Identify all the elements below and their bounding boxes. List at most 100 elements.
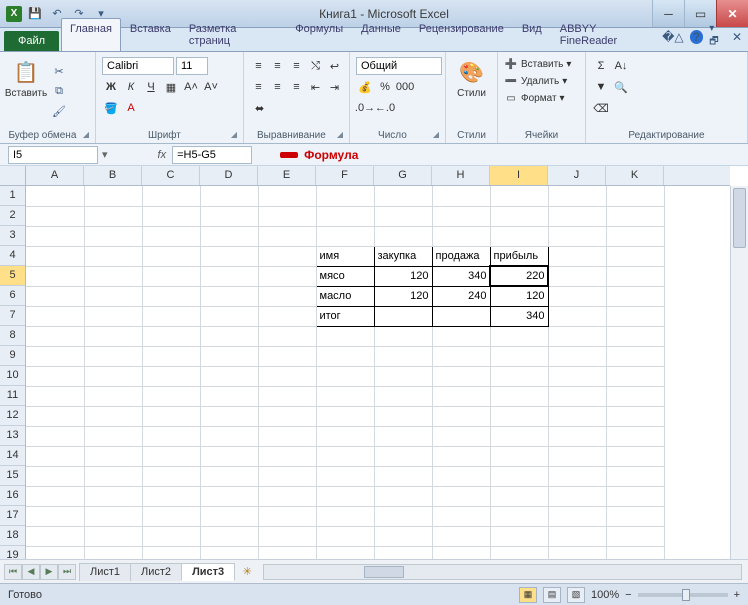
ribbon-tab-4[interactable]: Данные bbox=[352, 18, 410, 51]
cell[interactable] bbox=[606, 406, 664, 426]
cell[interactable] bbox=[84, 446, 142, 466]
zoom-level[interactable]: 100% bbox=[591, 589, 619, 601]
column-header[interactable]: B bbox=[84, 166, 142, 185]
cell[interactable]: продажа bbox=[432, 246, 490, 266]
row-header[interactable]: 11 bbox=[0, 386, 25, 406]
cell[interactable] bbox=[548, 466, 606, 486]
cell[interactable] bbox=[432, 426, 490, 446]
cell[interactable] bbox=[374, 466, 432, 486]
align-middle-icon[interactable]: ≡ bbox=[269, 57, 286, 75]
cell[interactable] bbox=[258, 366, 316, 386]
cell[interactable] bbox=[200, 326, 258, 346]
cell[interactable] bbox=[258, 246, 316, 266]
cell[interactable] bbox=[258, 446, 316, 466]
new-sheet-button[interactable]: ✳ bbox=[237, 564, 257, 580]
cell[interactable] bbox=[548, 266, 606, 286]
scrollbar-thumb[interactable] bbox=[733, 188, 746, 248]
clear-icon[interactable]: ⌫ bbox=[592, 99, 610, 117]
cell[interactable] bbox=[84, 306, 142, 326]
zoom-out-button[interactable]: − bbox=[625, 589, 631, 601]
cell[interactable] bbox=[548, 506, 606, 526]
decrease-font-icon[interactable]: A˅ bbox=[202, 78, 220, 96]
find-icon[interactable]: 🔍 bbox=[612, 78, 630, 96]
zoom-slider-handle[interactable] bbox=[682, 589, 690, 601]
cell[interactable] bbox=[200, 186, 258, 206]
cell[interactable] bbox=[142, 346, 200, 366]
zoom-in-button[interactable]: + bbox=[734, 589, 740, 601]
cell[interactable] bbox=[258, 486, 316, 506]
cell[interactable] bbox=[490, 486, 548, 506]
currency-icon[interactable]: 💰 bbox=[356, 78, 374, 96]
cell[interactable] bbox=[84, 266, 142, 286]
cell[interactable] bbox=[490, 226, 548, 246]
cell[interactable] bbox=[374, 526, 432, 546]
cell[interactable] bbox=[84, 426, 142, 446]
cell[interactable] bbox=[490, 446, 548, 466]
cell[interactable] bbox=[26, 526, 84, 546]
cell[interactable] bbox=[316, 406, 374, 426]
cell[interactable] bbox=[316, 446, 374, 466]
cell[interactable] bbox=[432, 446, 490, 466]
font-color-button[interactable]: A bbox=[122, 99, 140, 117]
cell[interactable] bbox=[548, 226, 606, 246]
cell[interactable] bbox=[432, 486, 490, 506]
vertical-scrollbar[interactable] bbox=[730, 186, 748, 559]
minimize-ribbon-icon[interactable]: �△ bbox=[662, 30, 684, 44]
row-header[interactable]: 19 bbox=[0, 546, 25, 559]
horizontal-scrollbar[interactable] bbox=[263, 564, 742, 580]
cell[interactable] bbox=[548, 386, 606, 406]
page-layout-view-button[interactable]: ▤ bbox=[543, 587, 561, 603]
cell[interactable] bbox=[374, 446, 432, 466]
cell[interactable] bbox=[142, 246, 200, 266]
cell[interactable] bbox=[258, 426, 316, 446]
cell[interactable] bbox=[142, 366, 200, 386]
help-icon[interactable]: ? bbox=[690, 30, 704, 44]
bold-button[interactable]: Ж bbox=[102, 78, 120, 96]
column-header[interactable]: E bbox=[258, 166, 316, 185]
save-icon[interactable]: 💾 bbox=[26, 5, 44, 23]
cell[interactable] bbox=[142, 466, 200, 486]
row-header[interactable]: 5 bbox=[0, 266, 25, 286]
cell[interactable] bbox=[26, 426, 84, 446]
formula-input[interactable] bbox=[172, 146, 252, 164]
row-header[interactable]: 7 bbox=[0, 306, 25, 326]
sheet-nav-prev-icon[interactable]: ◀ bbox=[22, 564, 40, 580]
cell[interactable] bbox=[258, 346, 316, 366]
cell[interactable] bbox=[490, 506, 548, 526]
window-restore-icon[interactable]: ▾ 🗗 bbox=[709, 23, 726, 51]
cell[interactable] bbox=[548, 346, 606, 366]
row-header[interactable]: 8 bbox=[0, 326, 25, 346]
cell[interactable] bbox=[200, 446, 258, 466]
row-header[interactable]: 18 bbox=[0, 526, 25, 546]
cell[interactable] bbox=[548, 546, 606, 559]
cell[interactable] bbox=[316, 506, 374, 526]
cell[interactable] bbox=[84, 526, 142, 546]
styles-button[interactable]: 🎨 Стили bbox=[452, 54, 491, 129]
cell[interactable] bbox=[258, 306, 316, 326]
cell[interactable] bbox=[548, 446, 606, 466]
dialog-launcher-icon[interactable]: ◢ bbox=[433, 130, 439, 139]
cell[interactable] bbox=[432, 326, 490, 346]
dialog-launcher-icon[interactable]: ◢ bbox=[83, 130, 89, 139]
border-button[interactable]: ▦ bbox=[162, 78, 180, 96]
increase-decimal-icon[interactable]: .0→ bbox=[356, 99, 374, 117]
cell[interactable] bbox=[258, 466, 316, 486]
cell[interactable] bbox=[200, 306, 258, 326]
cell[interactable] bbox=[142, 206, 200, 226]
column-header[interactable]: D bbox=[200, 166, 258, 185]
cell[interactable]: 220 bbox=[490, 266, 548, 286]
insert-cells-button[interactable]: ➕Вставить ▾ bbox=[504, 57, 579, 71]
column-header[interactable]: K bbox=[606, 166, 664, 185]
cell[interactable] bbox=[606, 446, 664, 466]
name-box[interactable] bbox=[8, 146, 98, 164]
cell[interactable] bbox=[606, 286, 664, 306]
cell[interactable] bbox=[84, 246, 142, 266]
zoom-slider[interactable] bbox=[638, 593, 728, 597]
cell[interactable] bbox=[84, 546, 142, 559]
number-format-select[interactable] bbox=[356, 57, 442, 75]
column-header[interactable]: C bbox=[142, 166, 200, 185]
cell[interactable] bbox=[316, 546, 374, 559]
cell[interactable] bbox=[200, 406, 258, 426]
cell[interactable] bbox=[548, 186, 606, 206]
sheet-nav-next-icon[interactable]: ▶ bbox=[40, 564, 58, 580]
